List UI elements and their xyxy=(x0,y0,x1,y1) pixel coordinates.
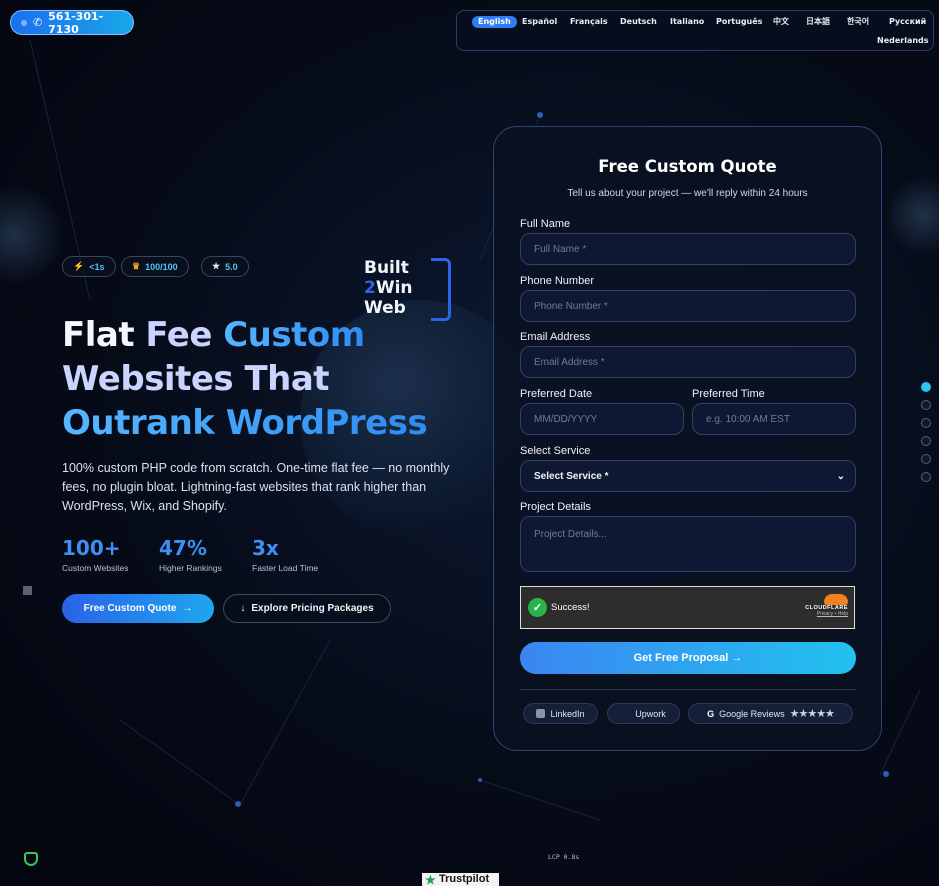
form-subtitle: Tell us about your project — we'll reply… xyxy=(567,188,808,199)
trustpilot-badge[interactable]: ★ Trustpilot xyxy=(422,873,499,886)
free-quote-button[interactable]: Free Custom Quote → xyxy=(62,594,214,623)
upwork-link[interactable]: Upwork xyxy=(607,703,680,724)
score-badge: ♛ 100/100 xyxy=(121,256,189,277)
date-input[interactable]: MM/DD/YYYY xyxy=(520,403,684,435)
cloudflare-logo: CLOUDFLARE Privacy • Help xyxy=(805,594,848,617)
section-dot[interactable] xyxy=(921,400,931,410)
captcha-status: Success! xyxy=(551,602,590,613)
lightning-icon: ⚡ xyxy=(73,261,85,271)
stat-faster-load: 3x Faster Load Time xyxy=(252,536,319,573)
trustpilot-star-icon: ★ xyxy=(425,873,436,886)
linkedin-link[interactable]: LinkedIn xyxy=(523,703,598,724)
logo-bracket-icon xyxy=(431,258,451,321)
section-dot[interactable] xyxy=(921,454,931,464)
status-dot-icon xyxy=(21,19,27,26)
phone-label: Phone Number xyxy=(520,275,594,287)
chevron-down-icon: ⌄ xyxy=(836,470,845,482)
hero-description: 100% custom PHP code from scratch. One-t… xyxy=(62,461,450,513)
hero-title: Flat Fee Custom Websites That Outrank Wo… xyxy=(62,315,428,443)
service-label: Select Service xyxy=(520,445,591,457)
lang-espanol[interactable]: Español xyxy=(522,16,557,28)
section-dot[interactable] xyxy=(921,418,931,428)
phone-input[interactable]: Phone Number * xyxy=(520,290,856,322)
time-input[interactable]: e.g. 10:00 AM EST xyxy=(692,403,856,435)
rating-badge: ★ 5.0 xyxy=(201,256,249,277)
shield-icon xyxy=(24,852,38,866)
upwork-icon xyxy=(621,709,630,718)
captcha-widget[interactable]: ✓ Success! CLOUDFLARE Privacy • Help xyxy=(520,586,855,629)
lang-deutsch[interactable]: Deutsch xyxy=(620,16,657,28)
rating-stars: ★★★★★ xyxy=(789,708,835,720)
arrow-right-icon: → xyxy=(182,603,193,614)
full-name-input[interactable]: Full Name * xyxy=(520,233,856,265)
lang-francais[interactable]: Français xyxy=(570,16,608,28)
google-icon: G xyxy=(707,708,715,719)
section-dot[interactable] xyxy=(921,382,931,392)
google-reviews-link[interactable]: G Google Reviews ★★★★★ xyxy=(688,703,853,724)
language-selector: English Español Français Deutsch Italian… xyxy=(456,10,934,51)
stat-higher-rankings: 47% Higher Rankings xyxy=(159,536,222,573)
lang-dutch[interactable]: Nederlands xyxy=(877,35,929,47)
lang-italiano[interactable]: Italiano xyxy=(670,16,704,28)
form-title: Free Custom Quote xyxy=(598,157,777,176)
lang-korean[interactable]: 한국어 xyxy=(847,16,869,28)
phone-number: 561-301-7130 xyxy=(48,9,104,36)
lcp-metric: LCP 0.8s xyxy=(548,853,580,861)
cloud-icon xyxy=(824,594,848,605)
decorative-square xyxy=(23,586,32,595)
date-label: Preferred Date xyxy=(520,388,593,400)
phone-button[interactable]: ✆ 561-301-7130 xyxy=(10,9,134,36)
speed-badge: ⚡ <1s xyxy=(62,256,116,277)
submit-proposal-button[interactable]: Get Free Proposal → xyxy=(520,642,856,674)
section-dot[interactable] xyxy=(921,472,931,482)
lang-chinese[interactable]: 中文 xyxy=(773,16,789,28)
section-dot[interactable] xyxy=(921,436,931,446)
stat-custom-websites: 100+ Custom Websites xyxy=(62,536,129,573)
linkedin-icon xyxy=(536,709,546,718)
section-nav-dots xyxy=(921,382,931,490)
checkmark-icon: ✓ xyxy=(528,598,547,617)
email-label: Email Address xyxy=(520,331,591,343)
phone-icon: ✆ xyxy=(32,16,43,29)
lang-portugues[interactable]: Português xyxy=(716,16,762,28)
arrow-down-icon: ↓ xyxy=(240,603,246,614)
trophy-icon: ♛ xyxy=(132,261,141,271)
lang-japanese[interactable]: 日本語 xyxy=(806,16,830,28)
service-select[interactable]: Select Service * ⌄ xyxy=(520,460,856,492)
email-input[interactable]: Email Address * xyxy=(520,346,856,378)
time-label: Preferred Time xyxy=(692,388,765,400)
full-name-label: Full Name xyxy=(520,218,571,230)
captcha-links[interactable]: Privacy • Help xyxy=(805,611,848,617)
explore-pricing-button[interactable]: ↓ Explore Pricing Packages xyxy=(223,594,391,623)
lang-english[interactable]: English xyxy=(472,16,517,28)
form-divider xyxy=(520,689,856,690)
details-label: Project Details xyxy=(520,501,591,513)
details-textarea[interactable]: Project Details... xyxy=(520,516,856,572)
lang-russian[interactable]: Русский xyxy=(889,16,926,28)
star-icon: ★ xyxy=(212,261,221,271)
